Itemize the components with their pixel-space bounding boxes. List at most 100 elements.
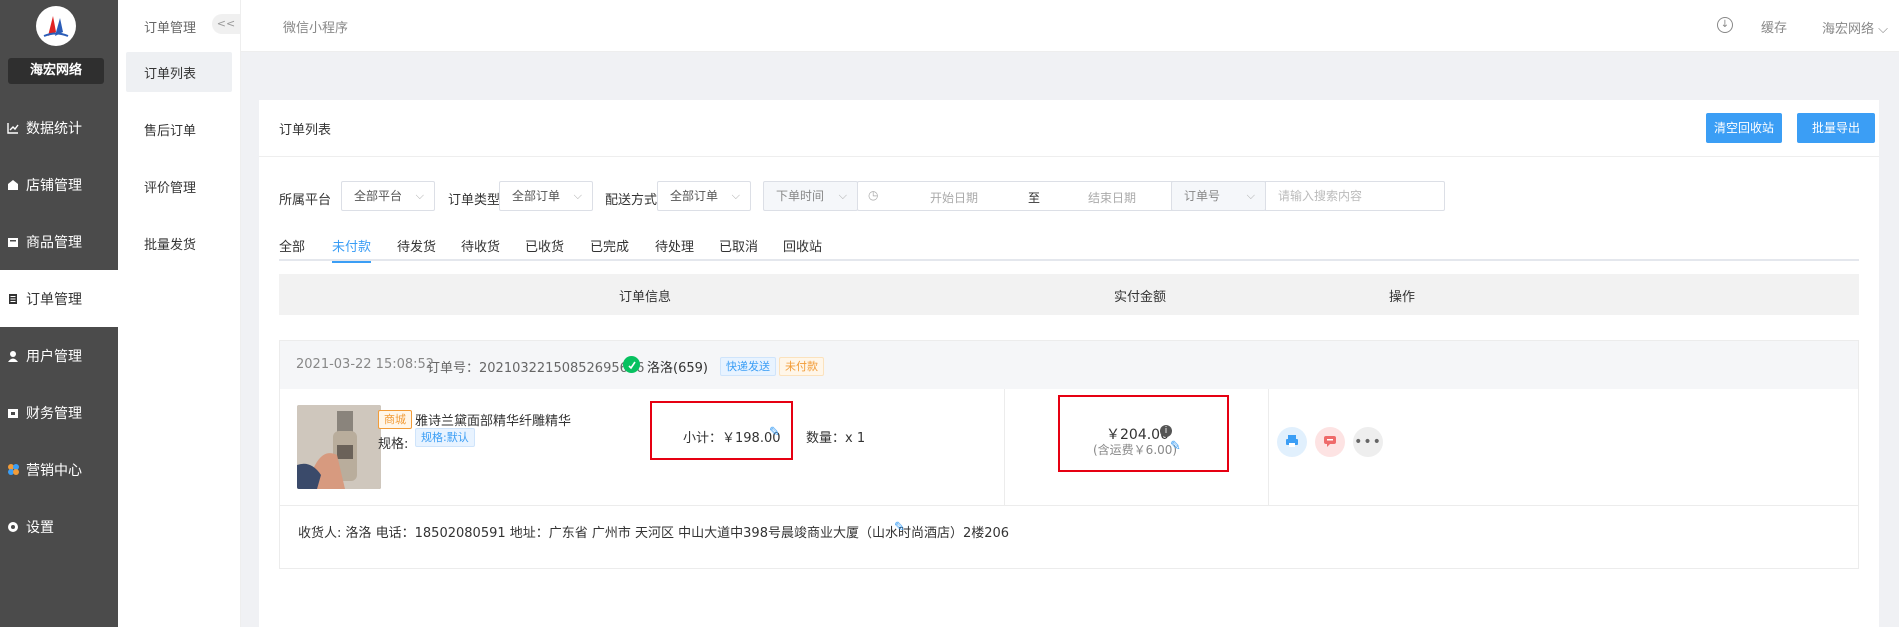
table-header: 订单信息 实付金额 操作 [279, 274, 1859, 315]
select-value: 下单时间 [776, 189, 825, 203]
order-type-label: 订单类型 [448, 193, 501, 208]
tab-cancelled[interactable]: 已取消 [719, 236, 758, 261]
user-icon [6, 350, 20, 362]
nav-label: 营销中心 [26, 462, 82, 479]
delivery-select[interactable]: 全部订单 ⌵ [657, 181, 751, 211]
more-icon: ••• [1354, 434, 1382, 450]
nav-item-goods[interactable]: 商品管理 [0, 213, 118, 270]
download-icon[interactable]: ↓ [1717, 17, 1733, 33]
select-value: 全部平台 [354, 189, 403, 203]
nav-label: 商品管理 [26, 234, 82, 251]
subnav-item-order-list[interactable]: 订单列表 [126, 52, 232, 92]
nav-label: 店铺管理 [26, 177, 82, 194]
cache-button[interactable]: 缓存 [1761, 17, 1787, 36]
tab-all[interactable]: 全部 [279, 236, 305, 261]
order-icon [6, 293, 20, 305]
top-bar: 微信小程序 ↓ 缓存 海宏网络 ⌵ [241, 0, 1899, 52]
chevron-down-icon: ⌵ [731, 189, 740, 202]
nav-item-finance[interactable]: 财务管理 [0, 384, 118, 441]
select-value: 全部订单 [512, 189, 561, 203]
clock-icon: ◷ [868, 188, 879, 202]
start-date-input[interactable]: 开始日期 [930, 189, 978, 206]
main-nav: 数据统计 店铺管理 商品管理 订单管理 用户管理 财务管理 营销中心 设置 [0, 99, 118, 555]
store-icon [6, 179, 20, 191]
collapse-button[interactable]: << [212, 14, 240, 34]
chevron-down-icon: ⌵ [573, 189, 582, 202]
app-root: 海宏网络 数据统计 店铺管理 商品管理 订单管理 用户管理 财务管理 营销中心 … [0, 0, 1899, 627]
tab-to-receive[interactable]: 待收货 [461, 236, 500, 261]
nav-label: 数据统计 [26, 120, 82, 137]
batch-export-button[interactable]: 批量导出 [1797, 113, 1875, 143]
select-value: 订单号 [1184, 189, 1221, 203]
spec-tag: 规格:默认 [415, 428, 475, 447]
product-image[interactable] [297, 405, 381, 489]
column-divider [1268, 389, 1269, 506]
nav-label: 财务管理 [26, 405, 82, 422]
nav-item-store[interactable]: 店铺管理 [0, 156, 118, 213]
order-time: 2021-03-22 15:08:52 [296, 357, 435, 372]
subnav-item-batch-ship[interactable]: 批量发货 [126, 223, 232, 263]
marketing-icon [6, 463, 20, 476]
time-type-select[interactable]: 下单时间 ⌵ [763, 181, 858, 211]
nav-item-users[interactable]: 用户管理 [0, 327, 118, 384]
product-name[interactable]: 雅诗兰黛面部精华纤雕精华 [415, 410, 571, 429]
divider [259, 156, 1879, 157]
delivery-label: 配送方式 [605, 193, 658, 208]
message-button[interactable] [1315, 427, 1345, 457]
tab-unpaid[interactable]: 未付款 [332, 236, 372, 263]
nav-label: 用户管理 [26, 348, 82, 365]
column-divider [1004, 389, 1005, 506]
order-type-select[interactable]: 全部订单 ⌵ [499, 181, 593, 211]
platform-label: 所属平台 [279, 193, 332, 208]
sidebar: 海宏网络 数据统计 店铺管理 商品管理 订单管理 用户管理 财务管理 营销中心 … [0, 0, 118, 627]
edit-paid-icon[interactable]: ✎ [1170, 439, 1181, 454]
chevron-down-icon: ⌵ [1246, 189, 1255, 202]
print-button[interactable] [1277, 427, 1307, 457]
nav-item-settings[interactable]: 设置 [0, 498, 118, 555]
chart-icon [6, 122, 20, 134]
status-badge: 未付款 [779, 357, 824, 376]
printer-icon [1285, 433, 1299, 452]
col-order-info: 订单信息 [619, 290, 672, 305]
tab-completed[interactable]: 已完成 [590, 236, 629, 261]
nav-item-stats[interactable]: 数据统计 [0, 99, 118, 156]
end-date-input[interactable]: 结束日期 [1088, 189, 1136, 206]
tab-recycle-bin[interactable]: 回收站 [783, 236, 822, 261]
nav-label: 订单管理 [26, 291, 82, 308]
info-icon[interactable]: i [1160, 425, 1172, 437]
edit-address-icon[interactable]: ✎ [894, 520, 905, 535]
goods-icon [6, 236, 20, 248]
settings-icon [6, 521, 20, 533]
more-button[interactable]: ••• [1353, 427, 1383, 457]
order-number: 订单号：20210322150852695606 [427, 361, 645, 376]
platform-tab[interactable]: 微信小程序 [283, 17, 348, 36]
platform-select[interactable]: 全部平台 ⌵ [341, 181, 435, 211]
edit-subtotal-icon[interactable]: ✎ [769, 425, 780, 440]
chevron-down-icon: ⌵ [415, 189, 424, 202]
chevron-down-icon: ⌵ [1878, 22, 1889, 37]
user-menu[interactable]: 海宏网络 ⌵ [1822, 18, 1888, 37]
search-input[interactable]: 请输入搜索内容 [1265, 181, 1445, 211]
user-name: 海宏网络 [1822, 22, 1875, 37]
shop-tag: 商城 [378, 410, 412, 429]
spec-label: 规格: [378, 437, 409, 452]
order-item: 2021-03-22 15:08:52 订单号：2021032215085269… [279, 340, 1859, 569]
buyer-name[interactable]: 洛洛(659) [647, 357, 708, 376]
nav-item-orders[interactable]: 订单管理 [0, 270, 118, 327]
select-value: 全部订单 [670, 189, 719, 203]
tab-received[interactable]: 已收货 [525, 236, 564, 261]
col-paid-amount: 实付金额 [1114, 290, 1167, 305]
search-field-select[interactable]: 订单号 ⌵ [1171, 181, 1266, 211]
order-list-card: 订单列表 清空回收站 批量导出 所属平台 全部平台 ⌵ 订单类型 全部订单 ⌵ 配送… [259, 100, 1879, 627]
clear-recycle-button[interactable]: 清空回收站 [1706, 113, 1782, 143]
tab-to-ship[interactable]: 待发货 [397, 236, 436, 261]
shipping-fee: (含运费￥6.00) [1093, 443, 1178, 457]
subnav-item-aftersale[interactable]: 售后订单 [126, 109, 232, 149]
finance-icon [6, 407, 20, 419]
brand-logo [36, 6, 76, 46]
sub-nav: 订单管理 订单列表 售后订单 评价管理 批量发货 [118, 0, 241, 627]
nav-item-marketing[interactable]: 营销中心 [0, 441, 118, 498]
subnav-item-reviews[interactable]: 评价管理 [126, 166, 232, 206]
tab-pending[interactable]: 待处理 [655, 236, 694, 261]
brand-name: 海宏网络 [8, 58, 104, 84]
